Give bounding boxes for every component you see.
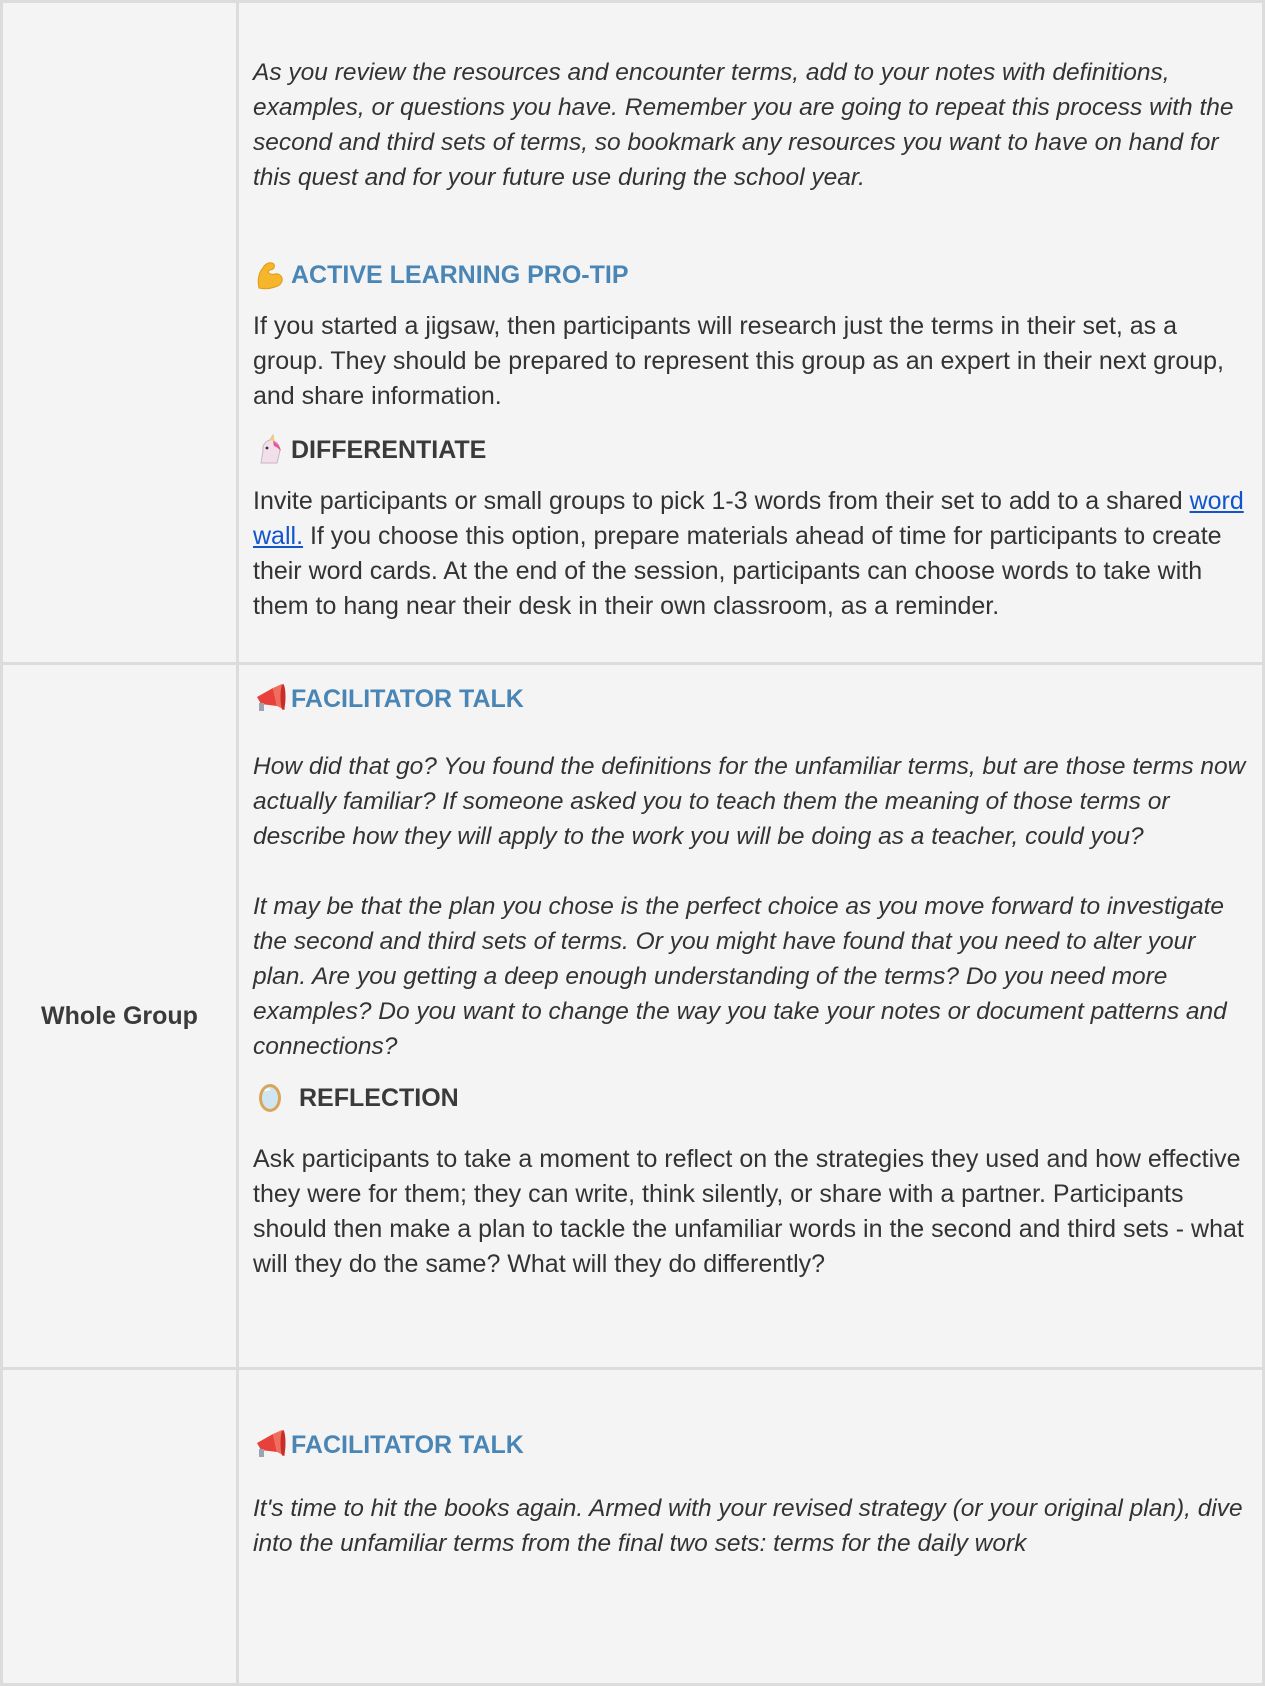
row-label-cell [0,1367,239,1686]
pro-tip-title: ACTIVE LEARNING PRO-TIP [291,260,629,289]
table-row: FACILITATOR TALK It's time to hit the bo… [0,1367,1265,1686]
flexed-biceps-icon [257,262,283,290]
row-label-cell: Whole Group [0,662,239,1370]
facilitator-italic-paragraph: It may be that the plan you chose is the… [253,893,1227,1060]
reflection-heading: REFLECTION [253,1078,1248,1118]
row-content-cell: FACILITATOR TALK It's time to hit the bo… [236,1367,1265,1686]
row-label-cell [0,0,239,665]
facilitator-italic-paragraph: As you review the resources and encounte… [253,59,1234,191]
table-row: As you review the resources and encounte… [0,0,1265,665]
table-row: Whole Group FACILITATOR TALK How did tha… [0,662,1265,1370]
unicorn-icon [260,433,281,464]
facilitator-italic-paragraph: It's time to hit the books again. Armed … [253,1495,1243,1557]
differentiate-heading: DIFFERENTIATE [253,430,1248,470]
pro-tip-heading: ACTIVE LEARNING PRO-TIP [253,255,1248,295]
facilitator-talk-heading: FACILITATOR TALK [253,679,1248,719]
differentiate-text: Invite participants or small groups to p… [253,487,1244,620]
row-content-cell: FACILITATOR TALK How did that go? You fo… [236,662,1265,1370]
facilitator-talk-title: FACILITATOR TALK [291,1430,524,1459]
facilitator-talk-heading: FACILITATOR TALK [253,1425,1248,1465]
row-content-cell: As you review the resources and encounte… [236,0,1265,665]
megaphone-icon [257,1430,286,1457]
differentiate-title: DIFFERENTIATE [291,435,487,464]
facilitator-talk-title: FACILITATOR TALK [291,684,524,713]
megaphone-icon [257,684,286,711]
facilitator-italic-paragraph: How did that go? You found the definitio… [253,753,1246,850]
pro-tip-text: If you started a jigsaw, then participan… [253,312,1224,410]
mirror-icon [259,1084,281,1112]
reflection-title: REFLECTION [299,1083,459,1112]
lesson-plan-table: As you review the resources and encounte… [0,0,1265,1686]
reflection-text: Ask participants to take a moment to ref… [253,1145,1244,1278]
